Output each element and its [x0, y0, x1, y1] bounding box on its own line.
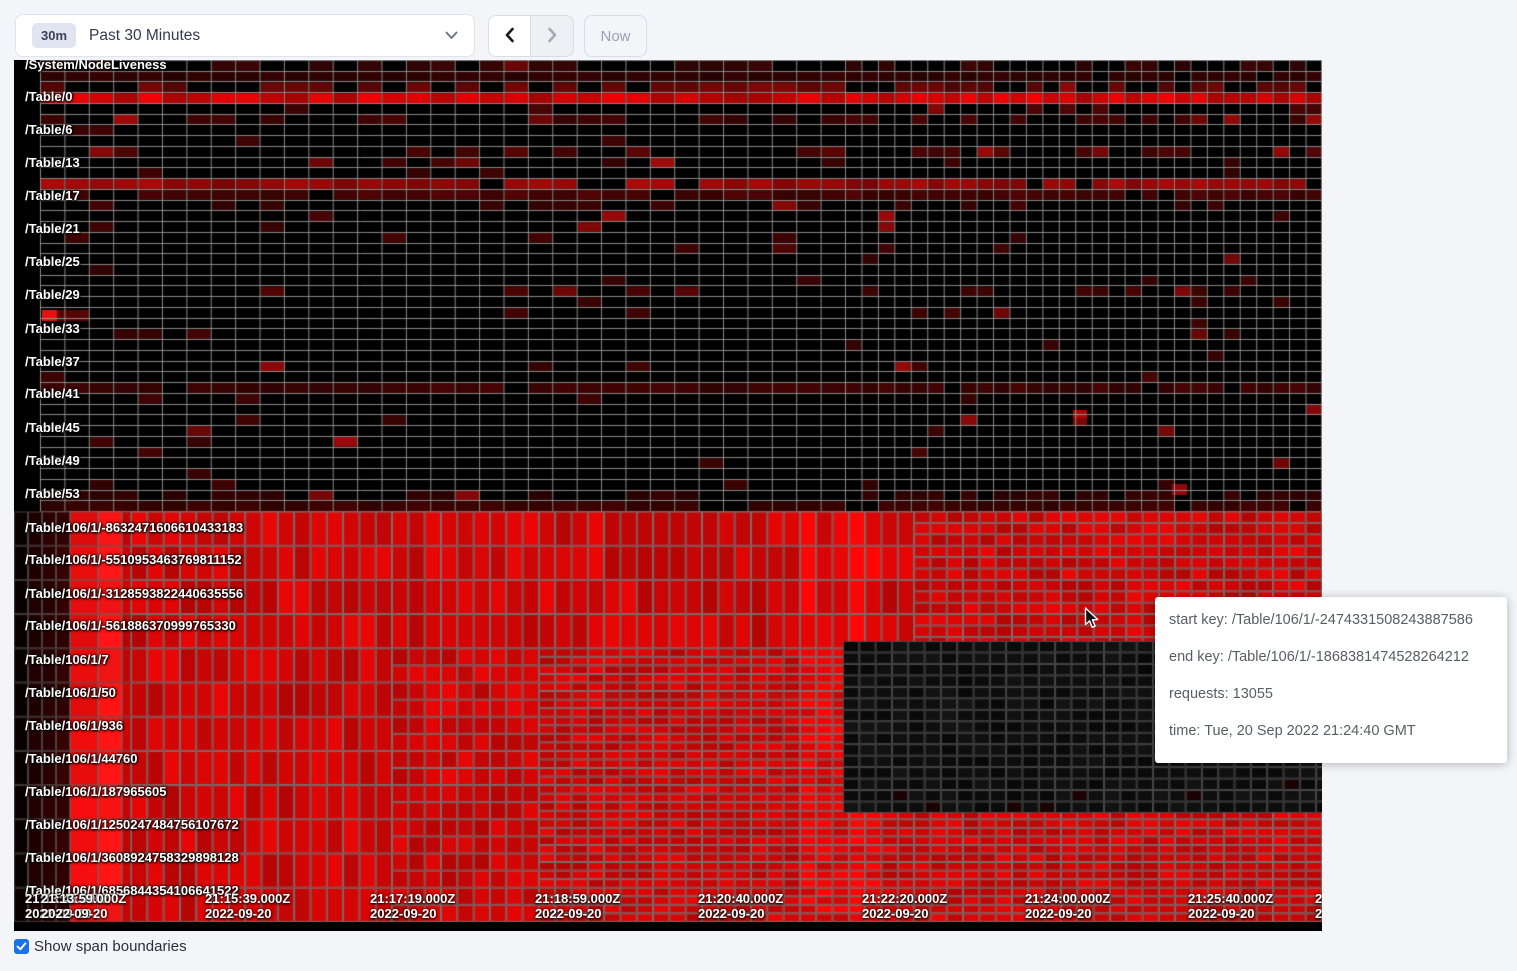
- span-tooltip: start key: /Table/106/1/-247433150824388…: [1155, 597, 1507, 763]
- key-visualizer-page: 30m Past 30 Minutes Now /System/NodeLive…: [0, 0, 1517, 971]
- key-visualizer[interactable]: /System/NodeLiveness/Table/0/Table/6/Tab…: [14, 60, 1322, 931]
- tooltip-line: requests: 13055: [1169, 686, 1493, 702]
- prev-time-button[interactable]: [489, 16, 531, 56]
- span-boundaries-row: Show span boundaries: [14, 938, 187, 955]
- time-range-badge: 30m: [32, 23, 76, 48]
- next-time-button[interactable]: [531, 16, 573, 56]
- chevron-right-icon: [544, 26, 560, 47]
- time-nav-group: [488, 15, 574, 57]
- now-button[interactable]: Now: [584, 15, 647, 57]
- check-icon: [16, 941, 27, 952]
- tooltip-line: end key: /Table/106/1/-18683814745282642…: [1169, 649, 1493, 665]
- time-range-label: Past 30 Minutes: [89, 27, 200, 45]
- show-span-boundaries-label: Show span boundaries: [34, 938, 187, 955]
- tooltip-line: start key: /Table/106/1/-247433150824388…: [1169, 612, 1493, 628]
- chevron-left-icon: [502, 26, 518, 47]
- chevron-down-icon: [445, 31, 458, 40]
- time-range-dropdown[interactable]: 30m Past 30 Minutes: [15, 14, 475, 57]
- tooltip-line: time: Tue, 20 Sep 2022 21:24:40 GMT: [1169, 723, 1493, 739]
- show-span-boundaries-checkbox[interactable]: [14, 939, 29, 954]
- heatmap-canvas[interactable]: [14, 60, 1322, 931]
